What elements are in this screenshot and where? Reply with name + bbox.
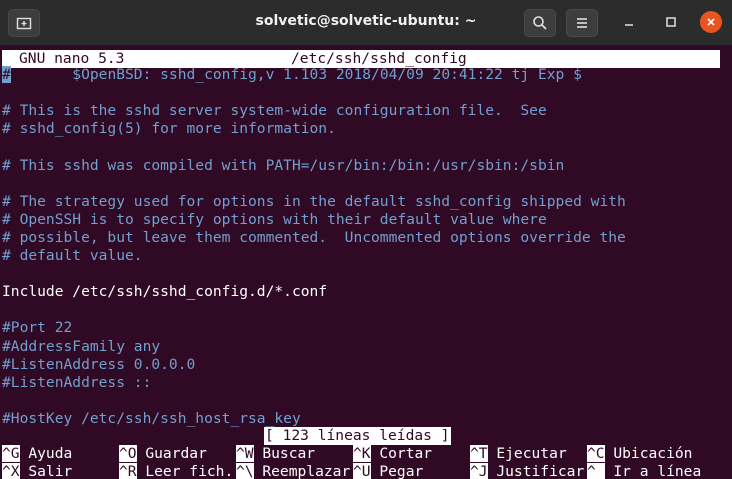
- editor-line: #HostKey /etc/ssh/ssh_host_rsa_key: [2, 410, 301, 428]
- editor-line-text: # sshd_config(5) for more information.: [2, 120, 336, 138]
- editor-line-text: #AddressFamily any: [2, 337, 161, 355]
- editor-line: # This sshd was compiled with PATH=/usr/…: [2, 157, 564, 175]
- editor-line-text: Include /etc/ssh/sshd_config.d/*.conf: [2, 283, 328, 301]
- shortcut-key: ^G: [2, 445, 20, 462]
- hamburger-menu-icon: [577, 18, 587, 28]
- maximize-button[interactable]: [660, 11, 682, 33]
- maximize-icon: [666, 17, 676, 27]
- editor-line: # sshd_config(5) for more information.: [2, 120, 336, 138]
- editor-line: # possible, but leave them commented. Un…: [2, 229, 626, 247]
- status-message: [ 123 líneas leídas ]: [264, 427, 451, 445]
- shortcut-label: Guardar: [136, 445, 207, 462]
- menu-button[interactable]: [566, 9, 598, 37]
- shortcut-label: Pegar: [370, 463, 424, 479]
- editor-line: #ListenAddress ::: [2, 374, 151, 392]
- editor-line: #AddressFamily any: [2, 338, 160, 356]
- minimize-button[interactable]: [618, 11, 640, 33]
- shortcut-key: ^K: [353, 445, 371, 462]
- editor-line-text: # This is the sshd server system-wide co…: [2, 102, 547, 120]
- shortcut-key: ^_: [587, 463, 605, 479]
- editor-line: #ListenAddress 0.0.0.0: [2, 356, 195, 374]
- text-cursor: #: [2, 66, 11, 83]
- shortcut-label: Ir a línea: [604, 463, 702, 479]
- editor-line-text: #ListenAddress 0.0.0.0: [2, 355, 196, 373]
- shortcut-label: Ubicación: [604, 445, 693, 462]
- window-titlebar: solvetic@solvetic-ubuntu: ~: [0, 0, 732, 46]
- editor-line-text: # possible, but leave them commented. Un…: [2, 228, 626, 246]
- editor-line: Include /etc/ssh/sshd_config.d/*.conf: [2, 283, 327, 301]
- shortcut-label: Salir: [19, 463, 73, 479]
- shortcut-label: Reemplazar: [253, 463, 351, 479]
- search-button[interactable]: [524, 9, 556, 37]
- shortcut-item: ^R Leer fich.: [119, 463, 233, 479]
- editor-line: # OpenSSH is to specify options with the…: [2, 211, 547, 229]
- minimize-icon: [625, 24, 633, 26]
- shortcut-key: ^X: [2, 463, 20, 479]
- shortcut-item: ^G Ayuda: [2, 445, 72, 463]
- editor-line: # $OpenBSD: sshd_config,v 1.103 2018/04/…: [2, 66, 582, 84]
- editor-line-text: #HostKey /etc/ssh/ssh_host_rsa_key: [2, 409, 301, 427]
- editor-line-text: # The strategy used for options in the d…: [2, 192, 626, 210]
- editor-line-text: # This sshd was compiled with PATH=/usr/…: [2, 156, 565, 174]
- shortcut-item: ^U Pegar: [353, 463, 423, 479]
- shortcut-label: Buscar: [253, 445, 316, 462]
- shortcut-key: ^U: [353, 463, 371, 479]
- shortcut-key: ^C: [587, 445, 605, 462]
- shortcut-label: Cortar: [370, 445, 433, 462]
- shortcut-item: ^J Justificar: [470, 463, 584, 479]
- shortcut-key: ^W: [236, 445, 254, 462]
- editor-line: # This is the sshd server system-wide co…: [2, 102, 547, 120]
- shortcut-label: Ayuda: [19, 445, 73, 462]
- shortcut-item: ^T Ejecutar: [470, 445, 567, 463]
- editor-line-text: #Port 22: [2, 319, 73, 337]
- shortcut-key: ^J: [470, 463, 488, 479]
- search-icon: [533, 16, 547, 30]
- terminal-area[interactable]: GNU nano 5.3/etc/ssh/sshd_config # $Open…: [0, 46, 732, 479]
- shortcut-item: ^\ Reemplazar: [236, 463, 350, 479]
- shortcut-key: ^O: [119, 445, 137, 462]
- shortcut-item: ^_ Ir a línea: [587, 463, 701, 479]
- shortcut-label: Leer fich.: [136, 463, 234, 479]
- shortcut-item: ^O Guardar: [119, 445, 207, 463]
- editor-line-text: # OpenSSH is to specify options with the…: [2, 210, 547, 228]
- shortcut-key: ^R: [119, 463, 137, 479]
- shortcut-label: Justificar: [487, 463, 585, 479]
- shortcut-item: ^C Ubicación: [587, 445, 692, 463]
- shortcut-key: ^\: [236, 463, 254, 479]
- close-icon: [707, 18, 715, 26]
- editor-line: #Port 22: [2, 319, 72, 337]
- editor-line: # The strategy used for options in the d…: [2, 193, 626, 211]
- shortcut-item: ^X Salir: [2, 463, 72, 479]
- close-button[interactable]: [700, 11, 722, 33]
- shortcut-key: ^T: [470, 445, 488, 462]
- editor-line: # default value.: [2, 247, 143, 265]
- editor-line-text: # default value.: [2, 247, 143, 264]
- shortcut-item: ^K Cortar: [353, 445, 432, 463]
- editor-line-text: #ListenAddress ::: [2, 373, 152, 391]
- editor-line-text: $OpenBSD: sshd_config,v 1.103 2018/04/09…: [10, 66, 582, 83]
- shortcut-label: Ejecutar: [487, 445, 567, 462]
- shortcut-item: ^W Buscar: [236, 445, 315, 463]
